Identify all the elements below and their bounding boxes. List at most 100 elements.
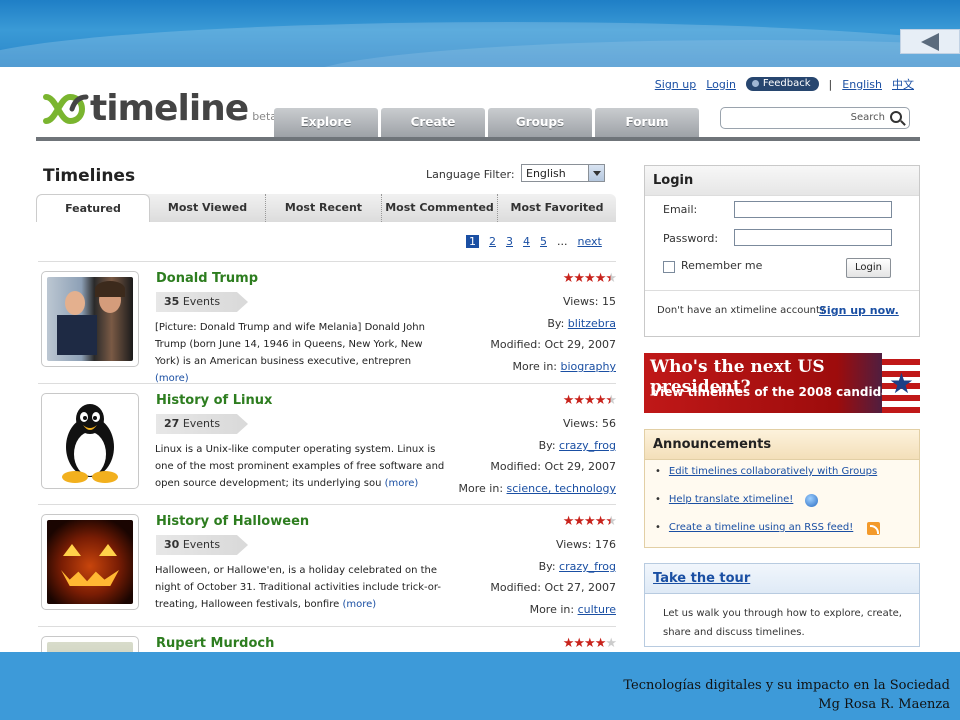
views-value: 15: [602, 295, 616, 308]
no-account-text: Don't have an xtimeline account?: [657, 305, 826, 316]
xtimeline-logo[interactable]: timeline beta: [42, 89, 277, 129]
star-icon: ★: [562, 636, 575, 651]
author-link[interactable]: crazy_frog: [559, 439, 616, 452]
page-link-4[interactable]: 4: [523, 235, 530, 248]
events-count-badge: 35 Events: [156, 292, 248, 312]
star-icon: ★: [573, 271, 585, 286]
xtimeline-page: Sign up Login Feedback | English 中文 time…: [28, 67, 928, 652]
timeline-thumbnail[interactable]: [41, 393, 139, 489]
back-arrow-icon: [921, 33, 939, 51]
timeline-title[interactable]: Donald Trump: [156, 271, 258, 286]
chevron-down-icon[interactable]: [588, 165, 604, 181]
more-link[interactable]: (more): [385, 478, 419, 489]
top-links: Sign up Login Feedback | English 中文: [655, 76, 914, 92]
pagination-ellipsis: ...: [557, 235, 568, 248]
list-divider: [38, 261, 616, 262]
category-label: More in:: [529, 603, 575, 616]
tab-featured[interactable]: Featured: [36, 194, 150, 222]
more-link[interactable]: (more): [342, 599, 376, 610]
email-field[interactable]: [734, 201, 892, 218]
timeline-thumbnail[interactable]: [41, 271, 139, 367]
views-label: Views:: [562, 295, 599, 308]
tab-most-viewed[interactable]: Most Viewed: [150, 194, 266, 222]
nav-tab-explore[interactable]: Explore: [274, 108, 378, 137]
modified-value: Oct 29, 2007: [544, 338, 617, 351]
category-link[interactable]: science, technology: [507, 482, 616, 495]
jack-o-lantern-image: [47, 520, 133, 604]
remember-me-checkbox[interactable]: [663, 261, 675, 273]
password-field[interactable]: [734, 229, 892, 246]
timeline-thumbnail[interactable]: [41, 636, 139, 652]
timeline-thumbnail[interactable]: [41, 514, 139, 610]
nav-tab-forum[interactable]: Forum: [595, 108, 699, 137]
timeline-title[interactable]: History of Halloween: [156, 514, 309, 529]
events-label: Events: [182, 538, 221, 551]
slide-back-button[interactable]: [900, 29, 960, 54]
trump-photo: [47, 277, 133, 361]
modified-value: Oct 27, 2007: [544, 581, 617, 594]
author-row: By: blitzebra: [547, 317, 616, 330]
page-link-2[interactable]: 2: [489, 235, 496, 248]
announcement-item: Edit timelines collaboratively with Grou…: [655, 466, 880, 494]
password-label: Password:: [663, 232, 719, 245]
page-link-1[interactable]: 1: [466, 235, 479, 248]
timeline-title[interactable]: History of Linux: [156, 393, 272, 408]
tab-most-favorited[interactable]: Most Favorited: [498, 194, 616, 222]
category-link[interactable]: biography: [561, 360, 616, 373]
star-icon: ★: [594, 271, 607, 286]
tab-most-commented[interactable]: Most Commented: [382, 194, 498, 222]
remember-me-label[interactable]: Remember me: [681, 259, 762, 272]
tour-heading-link[interactable]: Take the tour: [653, 571, 750, 586]
page-link-3[interactable]: 3: [506, 235, 513, 248]
announcement-link-rss[interactable]: Create a timeline using an RSS feed!: [669, 522, 853, 533]
nav-tab-create[interactable]: Create: [381, 108, 485, 137]
views-label: Views:: [562, 417, 599, 430]
star-icon: ★: [573, 514, 585, 529]
announcement-link-translate[interactable]: Help translate xtimeline!: [669, 494, 793, 505]
timeline-description: Linux is a Unix-like computer operating …: [155, 441, 445, 492]
events-label: Events: [182, 295, 221, 308]
timeline-entry: Donald Trump 35 Events [Picture: Donald …: [38, 265, 617, 384]
sign-up-now-link[interactable]: Sign up now.: [819, 304, 899, 317]
timeline-sort-tabs: Featured Most Viewed Most Recent Most Co…: [36, 194, 616, 222]
author-row: By: crazy_frog: [539, 439, 616, 452]
rating-stars[interactable]: ★★★★★: [562, 636, 617, 651]
login-button[interactable]: Login: [846, 258, 891, 278]
views-row: Views: 56: [563, 417, 616, 430]
events-count: 35: [164, 295, 180, 308]
author-label: By:: [538, 439, 556, 452]
nav-tab-groups[interactable]: Groups: [488, 108, 592, 137]
author-link[interactable]: crazy_frog: [559, 560, 616, 573]
login-link[interactable]: Login: [706, 78, 736, 91]
president-banner[interactable]: Who's the next US president? View timeli…: [644, 353, 920, 413]
rating-stars[interactable]: ★★★★★: [563, 514, 617, 529]
timelines-heading: Timelines: [43, 166, 136, 186]
views-row: Views: 15: [563, 295, 616, 308]
chinese-link[interactable]: 中文: [892, 76, 914, 92]
page-link-5[interactable]: 5: [540, 235, 547, 248]
next-page-link[interactable]: next: [578, 235, 602, 248]
tour-heading-bar: Take the tour: [645, 564, 919, 594]
tab-most-recent[interactable]: Most Recent: [266, 194, 382, 222]
timeline-title[interactable]: Rupert Murdoch: [156, 636, 274, 651]
tux-penguin-image: [47, 399, 133, 483]
language-filter-label: Language Filter:: [426, 168, 515, 181]
login-heading: Login: [645, 166, 919, 196]
description-text: Halloween, or Hallowe'en, is a holiday c…: [155, 565, 442, 610]
category-label: More in:: [512, 360, 558, 373]
star-icon: ★: [594, 393, 607, 408]
english-link[interactable]: English: [842, 78, 882, 91]
rating-stars[interactable]: ★★★★★: [563, 393, 617, 408]
announcement-link-groups[interactable]: Edit timelines collaboratively with Grou…: [669, 466, 877, 477]
signup-link[interactable]: Sign up: [655, 78, 696, 91]
language-filter-select[interactable]: English: [521, 164, 605, 182]
description-text: [Picture: Donald Trump and wife Melania]…: [155, 322, 425, 367]
search-icon[interactable]: [890, 111, 902, 123]
rating-stars[interactable]: ★★★★★: [563, 271, 617, 286]
search-input[interactable]: Search: [720, 107, 910, 129]
feedback-dot-icon: [751, 80, 759, 87]
category-link[interactable]: culture: [578, 603, 616, 616]
feedback-button[interactable]: Feedback: [745, 77, 819, 91]
author-link[interactable]: blitzebra: [568, 317, 616, 330]
modified-label: Modified:: [490, 581, 541, 594]
